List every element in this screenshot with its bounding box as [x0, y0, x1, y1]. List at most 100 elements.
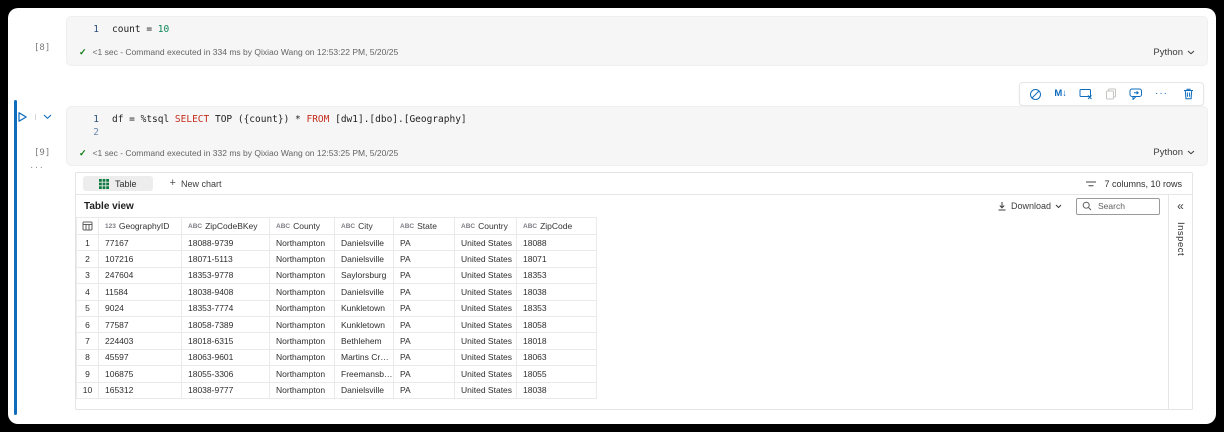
line-number: 1 [93, 24, 99, 35]
table-cell: PA [393, 365, 455, 383]
table-cell: 165312 [98, 381, 182, 399]
collapse-panel-icon[interactable]: « [1177, 200, 1184, 212]
column-name: ZipCode [540, 221, 573, 231]
filter-icon[interactable] [1085, 180, 1097, 188]
cell1-code[interactable]: count = 10 [112, 23, 169, 36]
ellipsis-glyph: ··· [1155, 88, 1168, 99]
tab-table-label: Table [115, 178, 137, 189]
run-options-chevron-icon[interactable] [35, 114, 52, 120]
table-cell: Northampton [269, 365, 335, 383]
cell2-output: Table + New chart 7 columns, 10 rows Tab… [75, 172, 1193, 410]
table-row[interactable]: 3 247604 18353-9778 Northampton Saylorsburg P… [76, 266, 597, 285]
search-box[interactable] [1076, 197, 1160, 215]
table-cell: Northampton [269, 233, 335, 252]
table-row[interactable]: 6 77587 18058-7389 Northampton Kunkletown PA U… [76, 315, 597, 334]
chevron-down-icon [1187, 50, 1195, 55]
table-cell: PA [393, 299, 455, 317]
table-cell: Northampton [269, 266, 335, 285]
code-text: count = [112, 24, 158, 35]
cell1-status: <1 sec - Command executed in 334 ms by Q… [92, 47, 399, 57]
copy-icon[interactable] [1105, 88, 1117, 100]
column-header[interactable]: ABC County [269, 217, 335, 235]
row-number: 6 [76, 315, 99, 334]
table-cell: 106875 [98, 365, 182, 383]
download-button[interactable]: Download [997, 201, 1062, 211]
cell1-editor[interactable]: 1 count = 10 ✓ <1 sec - Command executed… [66, 16, 1208, 66]
table-cell: PA [393, 332, 455, 350]
column-header[interactable]: 123 GeographyID [98, 217, 182, 235]
table-cell: 18353-7774 [181, 299, 270, 317]
table-cell: Northampton [269, 332, 335, 350]
column-type-icon: ABC [523, 223, 538, 230]
column-header[interactable]: ABC State [393, 217, 455, 235]
table-row[interactable]: 9 106875 18055-3306 Northampton Freemansb… PA… [76, 365, 597, 383]
markdown-glyph: M↓ [1054, 88, 1067, 100]
comment-icon[interactable] [1129, 88, 1143, 100]
table-row[interactable]: 5 9024 18353-7774 Northampton Kunkletown PA Un… [76, 299, 597, 317]
table-cell: United States [454, 315, 517, 334]
plus-icon: + [169, 177, 176, 189]
search-input[interactable] [1096, 200, 1154, 212]
column-name: City [358, 221, 373, 231]
cell-toolbar: M↓ ··· [1019, 82, 1204, 106]
column-type-icon: ABC [188, 223, 203, 230]
table-cell: 18055-3306 [181, 365, 270, 383]
table-cell: 247604 [98, 266, 182, 285]
convert-to-markdown-icon[interactable]: M↓ [1054, 89, 1067, 99]
table-cell: Danielsville [334, 283, 394, 301]
cell2-kernel-picker[interactable]: Python [1153, 147, 1195, 158]
column-header[interactable]: ABC City [334, 217, 394, 235]
line-number: 1 [93, 114, 99, 125]
new-chart-button[interactable]: + New chart [170, 178, 222, 189]
cell1-kernel-picker[interactable]: Python [1153, 47, 1195, 58]
clear-output-icon[interactable] [1079, 88, 1093, 100]
table-row[interactable]: 1 77167 18088-9739 Northampton Danielsville P… [76, 233, 597, 252]
table-cell: Northampton [269, 250, 335, 268]
kernel-label: Python [1153, 147, 1183, 158]
table-cell: 18055 [516, 365, 597, 383]
table-body: 1 77167 18088-9739 Northampton Danielsville P… [76, 233, 597, 399]
table-cell: 107216 [98, 250, 182, 268]
circle-slash-icon[interactable] [1029, 88, 1042, 101]
table-cell: United States [454, 233, 517, 252]
cell2-code[interactable]: df = %tsql SELECT TOP ({count}) * FROM [… [112, 113, 467, 126]
table-cell: 18038 [516, 381, 597, 399]
column-header[interactable]: ABC Country [454, 217, 517, 235]
cell2-status: <1 sec - Command executed in 332 ms by Q… [92, 148, 399, 158]
more-actions-icon[interactable]: ··· [1155, 89, 1168, 99]
cell2-editor[interactable]: 1 df = %tsql SELECT TOP ({count}) * FROM… [66, 106, 1208, 166]
table-cell: 18058 [516, 315, 597, 334]
table-row[interactable]: 2 107216 18071-5113 Northampton Danielsville… [76, 250, 597, 268]
row-number: 10 [76, 381, 99, 399]
cell1-execution-count: [8] [34, 43, 51, 53]
corner-grid-icon[interactable] [76, 217, 99, 235]
table-cell: 18353 [516, 266, 597, 285]
table-row[interactable]: 10 165312 18038-9777 Northampton Danielsvill… [76, 381, 597, 399]
column-header[interactable]: ABC ZipCode [516, 217, 597, 235]
column-header[interactable]: ABC ZipCodeBKey [181, 217, 270, 235]
table-cell: Northampton [269, 283, 335, 301]
table-cell: United States [454, 266, 517, 285]
column-name: ZipCodeBKey [205, 221, 258, 231]
table-cell: 18038-9777 [181, 381, 270, 399]
table-row[interactable]: 4 11584 18038-9408 Northampton Danielsville P… [76, 283, 597, 301]
table-view-title: Table view [84, 200, 134, 212]
table-row[interactable]: 7 224403 18018-6315 Northampton Bethlehem PA U… [76, 332, 597, 350]
table-cell: 18063-9601 [181, 348, 270, 367]
tab-table[interactable]: Table [83, 176, 153, 191]
table-row[interactable]: 8 45597 18063-9601 Northampton Martins Cr… PA… [76, 348, 597, 367]
cell2-execution-count: [9] [34, 148, 51, 158]
column-type-icon: 123 [105, 223, 116, 230]
chevron-down-icon [1055, 204, 1062, 209]
table-cell: 18088 [516, 233, 597, 252]
table-cell: 18088-9739 [181, 233, 270, 252]
table-cell: PA [393, 250, 455, 268]
inspect-panel-label[interactable]: Inspect [1175, 222, 1186, 256]
table-cell: 77587 [98, 315, 182, 334]
delete-cell-icon[interactable] [1183, 88, 1194, 100]
table-cell: PA [393, 348, 455, 367]
table-cell: PA [393, 381, 455, 399]
run-cell-button[interactable] [17, 111, 35, 123]
table-cell: 18353 [516, 299, 597, 317]
cell2-more-indicator[interactable]: ··· [30, 162, 45, 173]
